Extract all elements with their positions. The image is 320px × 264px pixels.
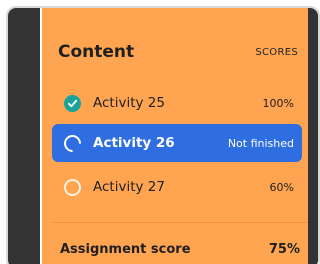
left-dark-strip	[8, 8, 40, 264]
activity-score: Not finished	[227, 136, 294, 150]
activity-score: 60%	[269, 180, 294, 194]
activity-name: Activity 26	[93, 135, 175, 151]
empty-circle-icon	[64, 178, 81, 196]
activity-row-27[interactable]: Activity 27 60%	[52, 168, 302, 206]
content-title: Content	[58, 42, 135, 62]
right-dark-strip	[308, 8, 318, 264]
activity-name: Activity 27	[93, 179, 165, 195]
activity-row-26[interactable]: Activity 26 Not finished	[52, 124, 302, 162]
activity-name: Activity 25	[93, 95, 165, 111]
assignment-score-label: Assignment score	[60, 241, 191, 257]
check-circle-icon	[64, 94, 81, 112]
progress-ring-icon	[60, 130, 85, 156]
content-panel: Content SCORES Activity 25 100% Activity…	[42, 8, 308, 264]
content-header: Content SCORES	[58, 40, 298, 64]
scores-column-label: SCORES	[255, 46, 298, 58]
activity-score: 100%	[262, 96, 294, 110]
content-card: Content SCORES Activity 25 100% Activity…	[6, 6, 320, 264]
assignment-score-row: Assignment score 75%	[60, 238, 300, 260]
activity-row-25[interactable]: Activity 25 100%	[52, 84, 302, 122]
divider	[52, 222, 308, 223]
assignment-score-value: 75%	[268, 241, 300, 257]
